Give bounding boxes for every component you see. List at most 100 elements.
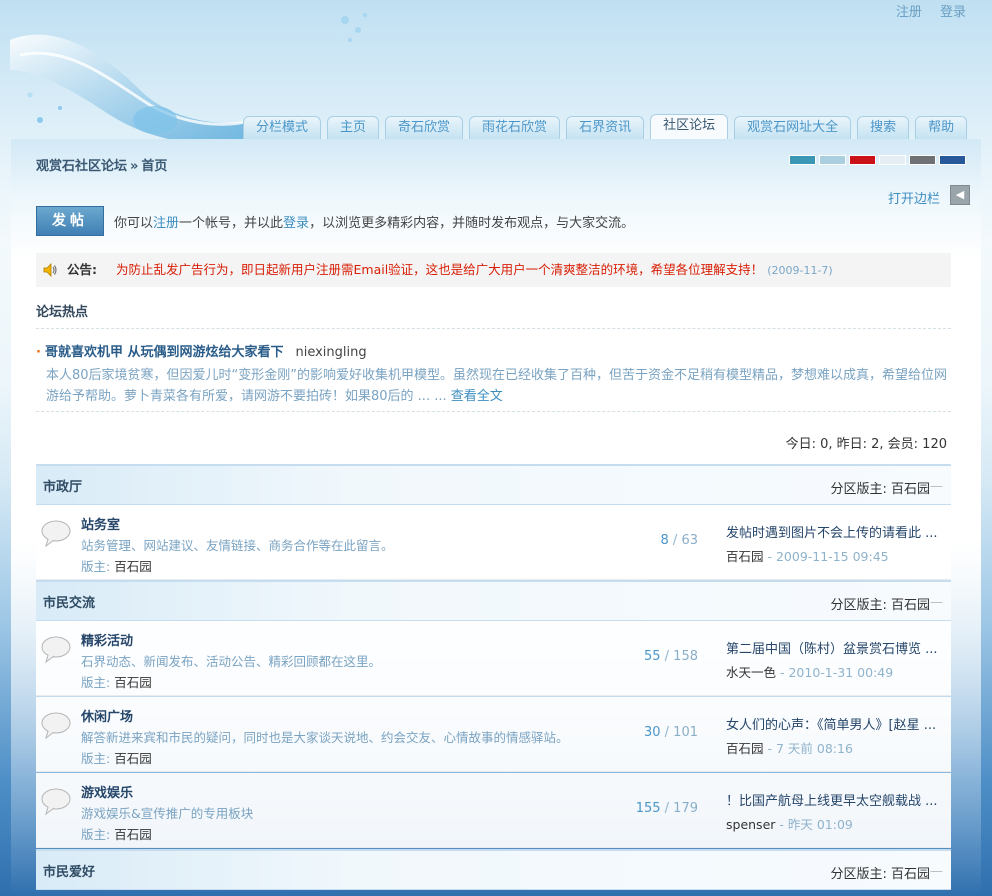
forum-counts: 30 / 101 bbox=[643, 725, 698, 740]
forum-row: 站务室 站务管理、网站建议、友情链接、商务合作等在此留言。 版主: 百石园 8 … bbox=[36, 505, 951, 580]
register-link[interactable]: 注册 bbox=[896, 5, 922, 20]
forum-description: 游戏娱乐&宣传推广的专用板块 bbox=[81, 806, 254, 821]
category-moderator: 分区版主: 百石园 bbox=[830, 478, 930, 497]
sidebar-toggle-icon[interactable]: ◀ bbox=[950, 185, 970, 205]
moderator-label: 版主: bbox=[81, 559, 111, 574]
main-nav: 分栏模式 主页 奇石欣赏 雨花石欣赏 石界资讯 社区论坛 观赏石网址大全 搜索 … bbox=[243, 114, 973, 139]
bullet-icon: · bbox=[36, 345, 41, 360]
new-post-button[interactable]: 发帖 bbox=[36, 206, 104, 236]
top-links: 注册 登录 bbox=[882, 1, 966, 20]
forum-moderator: 版主: 百石园 bbox=[81, 824, 152, 843]
last-post-title[interactable]: ！比国产航母上线更早太空舰载战 ... bbox=[726, 790, 948, 809]
hot-topic-excerpt: 本人80后家境贫寒，但因爱儿时“变形金刚”的影响爱好收集机甲模型。虽然现在已经收… bbox=[46, 365, 951, 407]
moderator-user[interactable]: 百石园 bbox=[114, 675, 152, 690]
welcome-message: 你可以注册一个帐号，并以此登录，以浏览更多精彩内容，并随时发布观点，与大家交流。 bbox=[114, 212, 634, 231]
last-post: ！比国产航母上线更早太空舰载战 ... spenser - 昨天 01:09 bbox=[726, 790, 948, 833]
last-post-user[interactable]: 水天一色 bbox=[726, 665, 776, 680]
forum-moderator: 版主: 百石园 bbox=[81, 672, 152, 691]
moderator-label: 分区版主: bbox=[830, 867, 887, 882]
category-moderator: 分区版主: 百石园 bbox=[830, 863, 930, 882]
post-count: 158 bbox=[673, 649, 698, 664]
forum-row: 精彩活动 石界动态、新闻发布、活动公告、精彩回顾都在这里。 版主: 百石园 55… bbox=[36, 621, 951, 696]
category-header: 市民交流 分区版主: 百石园 — bbox=[36, 580, 951, 621]
forum-bubble-icon bbox=[41, 636, 71, 663]
moderator-user[interactable]: 百石园 bbox=[891, 598, 930, 613]
theme-swatch[interactable] bbox=[789, 155, 816, 165]
divider bbox=[36, 411, 951, 412]
last-post-time: - 7 天前 08:16 bbox=[767, 741, 853, 756]
category-name[interactable]: 市民爱好 bbox=[43, 861, 95, 880]
welcome-register-link[interactable]: 注册 bbox=[153, 216, 179, 231]
tab-help[interactable]: 帮助 bbox=[915, 116, 968, 139]
last-post: 第二届中国（陈村）盆景赏石博览 ... 水天一色 - 2010-1-31 00:… bbox=[726, 638, 948, 681]
forum-name[interactable]: 游戏娱乐 bbox=[81, 782, 133, 801]
forum-name[interactable]: 站务室 bbox=[81, 514, 120, 533]
forum-counts: 155 / 179 bbox=[635, 801, 698, 816]
last-post-meta: 百石园 - 7 天前 08:16 bbox=[726, 738, 948, 757]
announcement-text[interactable]: 为防止乱发广告行为，即日起新用户注册需Email验证，这也是给广大用户一个清爽整… bbox=[116, 262, 763, 277]
theme-swatch[interactable] bbox=[879, 155, 906, 165]
last-post-title[interactable]: 女人们的心声：《简单男人》[赵星 ... bbox=[726, 714, 948, 733]
open-sidebar-link[interactable]: 打开边栏 bbox=[888, 188, 940, 207]
theme-swatch[interactable] bbox=[909, 155, 936, 165]
welcome-text-pre: 你可以 bbox=[114, 216, 154, 231]
tab-stone-appreciation[interactable]: 奇石欣赏 bbox=[385, 116, 464, 139]
collapse-icon[interactable]: — bbox=[930, 595, 943, 610]
last-post-user[interactable]: 百石园 bbox=[726, 741, 764, 756]
welcome-text-mid: 一个帐号，并以此 bbox=[179, 216, 284, 231]
welcome-login-link[interactable]: 登录 bbox=[283, 216, 309, 231]
moderator-user[interactable]: 百石园 bbox=[114, 751, 152, 766]
theme-swatch[interactable] bbox=[849, 155, 876, 165]
last-post-title[interactable]: 发帖时遇到图片不会上传的请看此 ... bbox=[726, 522, 948, 541]
last-post: 发帖时遇到图片不会上传的请看此 ... 百石园 - 2009-11-15 09:… bbox=[726, 522, 948, 565]
tab-site-directory[interactable]: 观赏石网址大全 bbox=[734, 116, 852, 139]
login-link[interactable]: 登录 bbox=[940, 5, 966, 20]
forum-moderator: 版主: 百石园 bbox=[81, 748, 152, 767]
category-name[interactable]: 市民交流 bbox=[43, 592, 95, 611]
forum-name[interactable]: 休闲广场 bbox=[81, 706, 133, 725]
welcome-text-post: ，以浏览更多精彩内容，并随时发布观点，与大家交流。 bbox=[309, 216, 635, 231]
category-moderator: 分区版主: 百石园 bbox=[830, 594, 930, 613]
tab-search[interactable]: 搜索 bbox=[857, 116, 910, 139]
last-post-user[interactable]: 百石园 bbox=[726, 549, 764, 564]
moderator-user[interactable]: 百石园 bbox=[891, 482, 930, 497]
last-post-time: - 昨天 01:09 bbox=[779, 817, 853, 832]
theme-swatch[interactable] bbox=[819, 155, 846, 165]
forum-counts: 55 / 158 bbox=[643, 649, 698, 664]
tab-stone-news[interactable]: 石界资讯 bbox=[566, 116, 645, 139]
category-header: 市民爱好 分区版主: 百石园 — bbox=[36, 849, 951, 890]
tab-forum[interactable]: 社区论坛 bbox=[650, 114, 729, 139]
forum-stats: 今日: 0, 昨日: 2, 会员: 120 bbox=[785, 437, 947, 452]
forum-moderator: 版主: 百石园 bbox=[81, 556, 152, 575]
forum-name[interactable]: 精彩活动 bbox=[81, 630, 133, 649]
tab-yuhua-stone[interactable]: 雨花石欣赏 bbox=[469, 116, 561, 139]
moderator-user[interactable]: 百石园 bbox=[891, 867, 930, 882]
forum-counts: 8 / 63 bbox=[660, 533, 698, 548]
forum-row: 休闲广场 解答新进来宾和市民的疑问，同时也是大家谈天说地、约会交友、心情故事的情… bbox=[36, 697, 951, 772]
breadcrumb-separator: » bbox=[130, 159, 139, 174]
hot-topic-item: · 哥就喜欢机甲 从玩偶到网游炫给大家看下 niexingling 本人80后家境贫… bbox=[36, 341, 951, 407]
tab-home[interactable]: 主页 bbox=[327, 116, 380, 139]
moderator-user[interactable]: 百石园 bbox=[114, 559, 152, 574]
forum-bubble-icon bbox=[41, 712, 71, 739]
category-name[interactable]: 市政厅 bbox=[43, 476, 82, 495]
topic-count: 8 bbox=[660, 533, 669, 548]
last-post-meta: 百石园 - 2009-11-15 09:45 bbox=[726, 546, 948, 565]
category-header: 市政厅 分区版主: 百石园 — bbox=[36, 464, 951, 505]
theme-swatch[interactable] bbox=[939, 155, 966, 165]
moderator-label: 分区版主: bbox=[830, 598, 887, 613]
post-count: 63 bbox=[681, 533, 698, 548]
read-more-link[interactable]: 查看全文 bbox=[451, 389, 503, 404]
hot-topic-author[interactable]: niexingling bbox=[295, 345, 366, 360]
tab-column-mode[interactable]: 分栏模式 bbox=[243, 116, 322, 139]
last-post-user[interactable]: spenser bbox=[726, 817, 775, 832]
moderator-label: 分区版主: bbox=[830, 482, 887, 497]
moderator-user[interactable]: 百石园 bbox=[114, 827, 152, 842]
announcement-label: 公告: bbox=[67, 262, 97, 277]
last-post-title[interactable]: 第二届中国（陈村）盆景赏石博览 ... bbox=[726, 638, 948, 657]
collapse-icon[interactable]: — bbox=[930, 864, 943, 879]
hot-topic-title[interactable]: 哥就喜欢机甲 从玩偶到网游炫给大家看下 bbox=[45, 345, 284, 360]
moderator-label: 版主: bbox=[81, 827, 111, 842]
breadcrumb-site[interactable]: 观赏石社区论坛 bbox=[36, 159, 127, 174]
collapse-icon[interactable]: — bbox=[930, 479, 943, 494]
